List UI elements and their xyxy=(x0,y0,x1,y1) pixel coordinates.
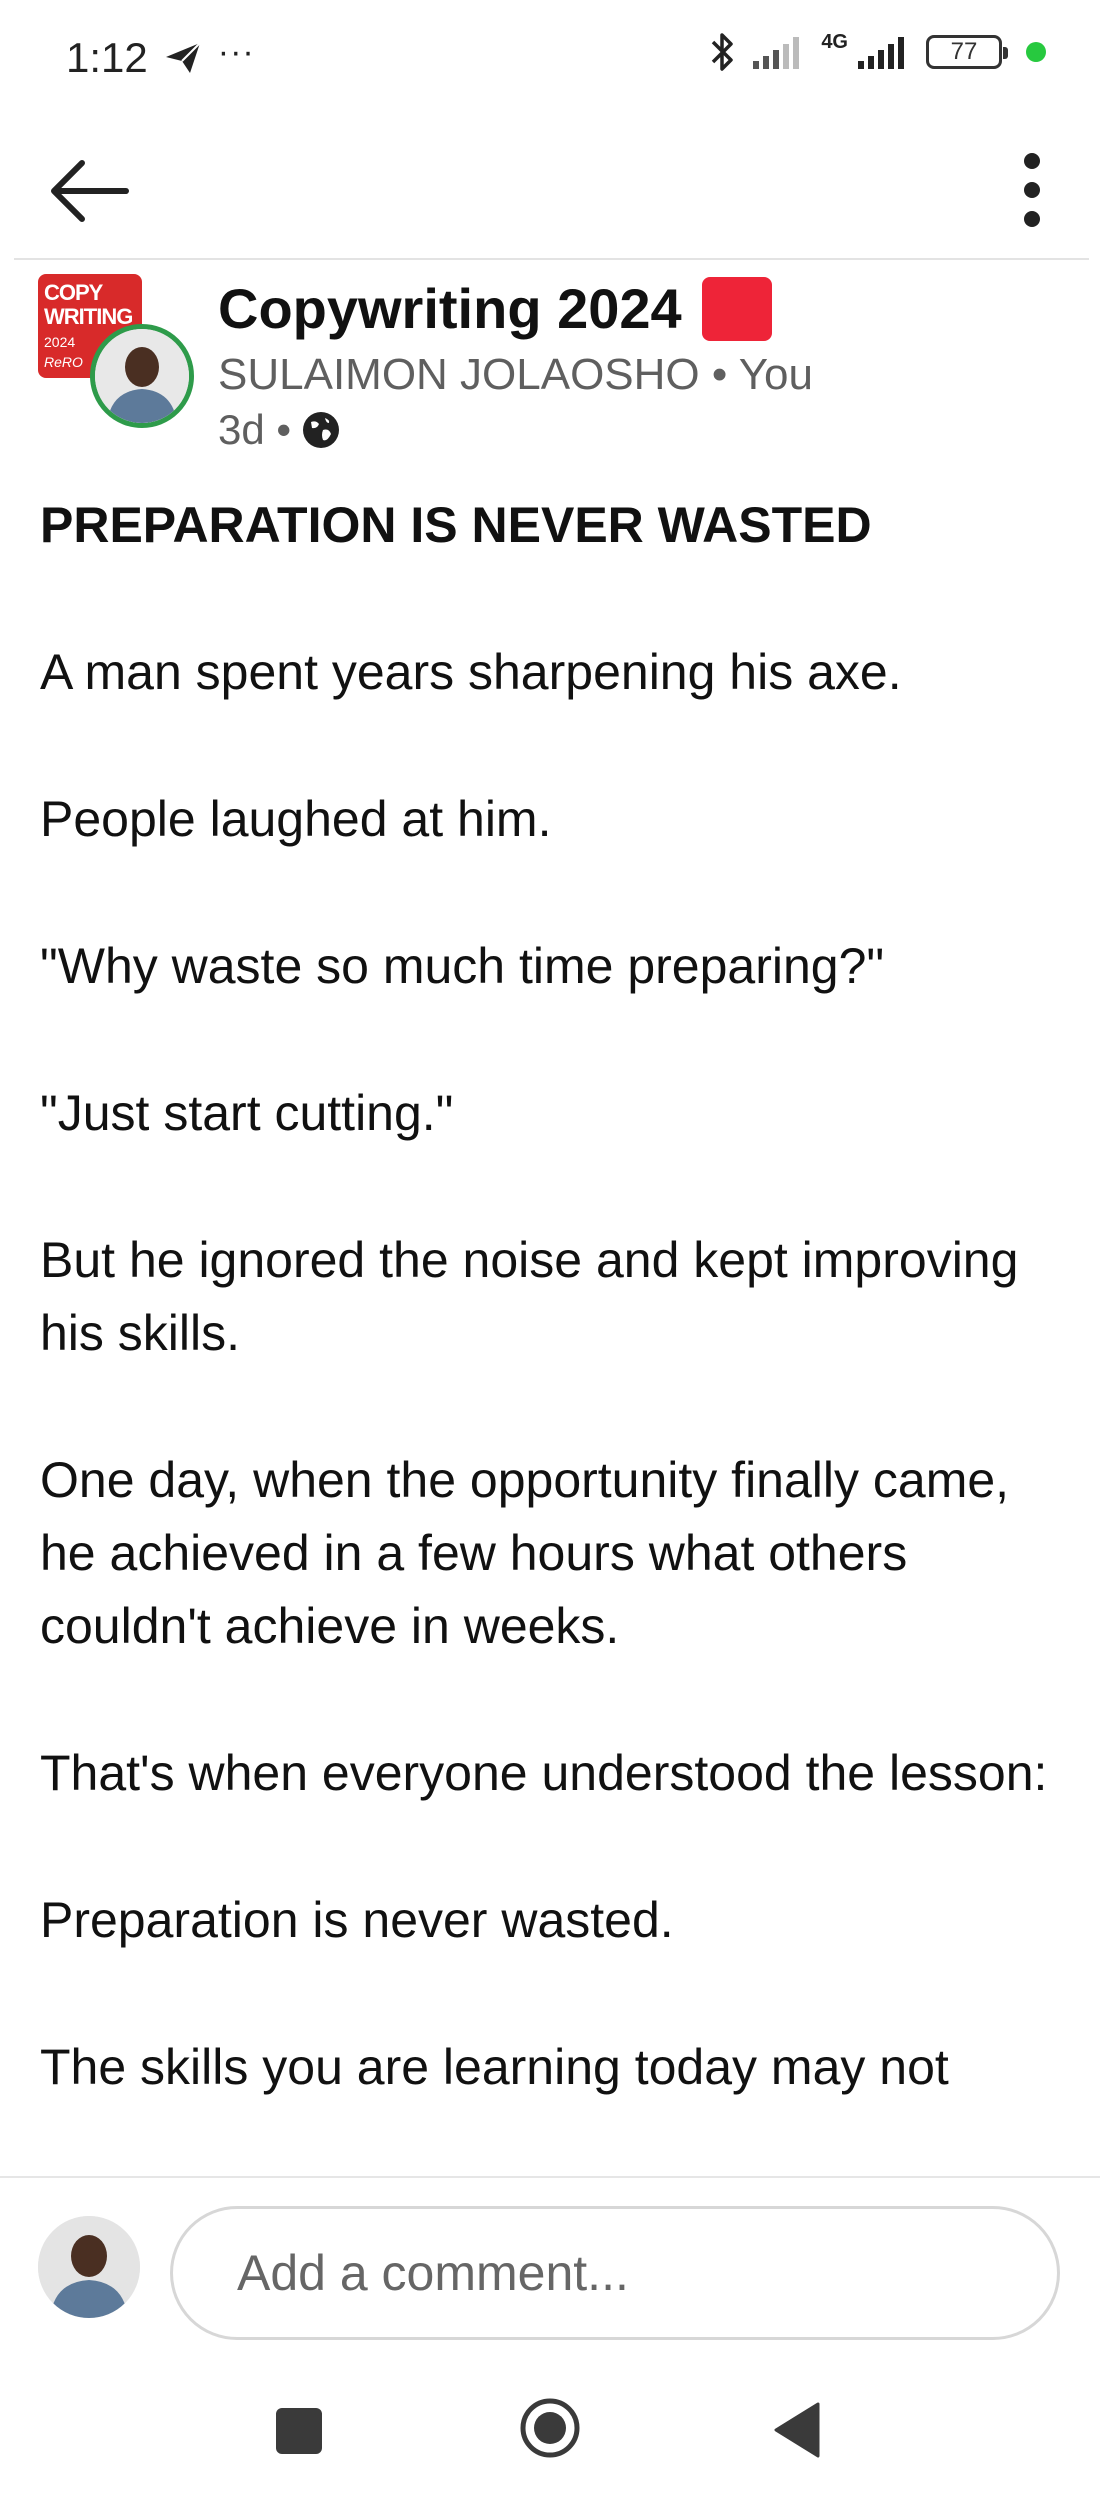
battery-level: 77 xyxy=(950,38,978,65)
globe-icon xyxy=(303,412,340,448)
home-icon[interactable] xyxy=(518,2396,582,2460)
status-overflow: ··· xyxy=(217,32,255,71)
bluetooth-icon xyxy=(712,33,734,71)
author-avatar[interactable] xyxy=(90,324,194,428)
group-name[interactable]: Copywriting 2024 xyxy=(218,276,682,341)
post-paragraph: The skills you are learning today may no… xyxy=(40,2039,949,2095)
post-body: PREPARATION IS NEVER WASTED A man spent … xyxy=(40,490,1070,2180)
red-square-emoji xyxy=(701,276,772,341)
privacy-indicator-dot xyxy=(1026,42,1046,62)
signal-4g-icon xyxy=(858,37,904,69)
recent-apps-icon[interactable] xyxy=(276,2408,322,2454)
post-paragraph: A man spent years sharpening his axe. xyxy=(40,644,902,700)
post-age: 3d • xyxy=(218,406,292,453)
author-name[interactable]: SULAIMON JOLAOSHO xyxy=(218,350,700,399)
post-meta: 3d • xyxy=(218,406,341,454)
telegram-send-icon xyxy=(165,42,201,73)
comment-placeholder: Add a comment... xyxy=(237,2245,629,2301)
post-paragraph: Preparation is never wasted. xyxy=(40,1892,674,1948)
post-paragraph: "Why waste so much time preparing?" xyxy=(40,938,885,994)
post-paragraph: One day, when the opportunity finally ca… xyxy=(40,1452,1010,1654)
status-bar: 1:12 ··· 4G 77 xyxy=(0,0,1100,120)
author-line[interactable]: SULAIMON JOLAOSHO • You xyxy=(218,350,813,400)
comment-input[interactable]: Add a comment... xyxy=(170,2206,1060,2340)
network-type: 4G xyxy=(821,31,848,53)
group-logo-text-1: COPY xyxy=(44,280,103,305)
back-icon[interactable] xyxy=(772,2402,820,2458)
group-logo-text-4: ReRO xyxy=(44,354,83,370)
person-avatar-icon xyxy=(38,2216,140,2318)
home-button-icon xyxy=(520,2398,580,2458)
arrow-left-icon xyxy=(51,160,129,222)
status-left: 1:12 ··· xyxy=(66,32,255,82)
group-logo-text-2: WRITING xyxy=(44,304,133,329)
group-logo-text-3: 2024 xyxy=(44,334,76,350)
vertical-dots-icon xyxy=(1024,153,1040,227)
signal-icon xyxy=(753,37,800,69)
post-paragraph: But he ignored the noise and kept improv… xyxy=(40,1232,1019,1361)
more-options-button[interactable] xyxy=(1002,147,1062,237)
post-paragraph: "Just start cutting." xyxy=(40,1085,454,1141)
user-avatar[interactable] xyxy=(38,2216,140,2318)
system-nav-bar xyxy=(0,2368,1100,2506)
battery-icon: 77 xyxy=(926,35,1008,69)
status-time: 1:12 xyxy=(66,34,148,81)
author-suffix: • You xyxy=(699,350,813,399)
back-button[interactable] xyxy=(48,153,132,229)
post-heading: PREPARATION IS NEVER WASTED xyxy=(40,497,872,553)
person-avatar-icon xyxy=(95,329,189,423)
status-right: 4G 77 xyxy=(707,30,1046,74)
app-bar xyxy=(0,125,1100,255)
triangle-back-icon xyxy=(774,2402,820,2458)
post-paragraph: That's when everyone understood the less… xyxy=(40,1745,1048,1801)
group-title-row[interactable]: Copywriting 2024 xyxy=(218,276,772,341)
app-bar-divider xyxy=(14,258,1089,260)
comment-bar: Add a comment... xyxy=(0,2178,1100,2368)
post-paragraph: People laughed at him. xyxy=(40,791,552,847)
post-header: COPY WRITING 2024 ReRO Copywriting 2024 … xyxy=(38,270,1068,460)
